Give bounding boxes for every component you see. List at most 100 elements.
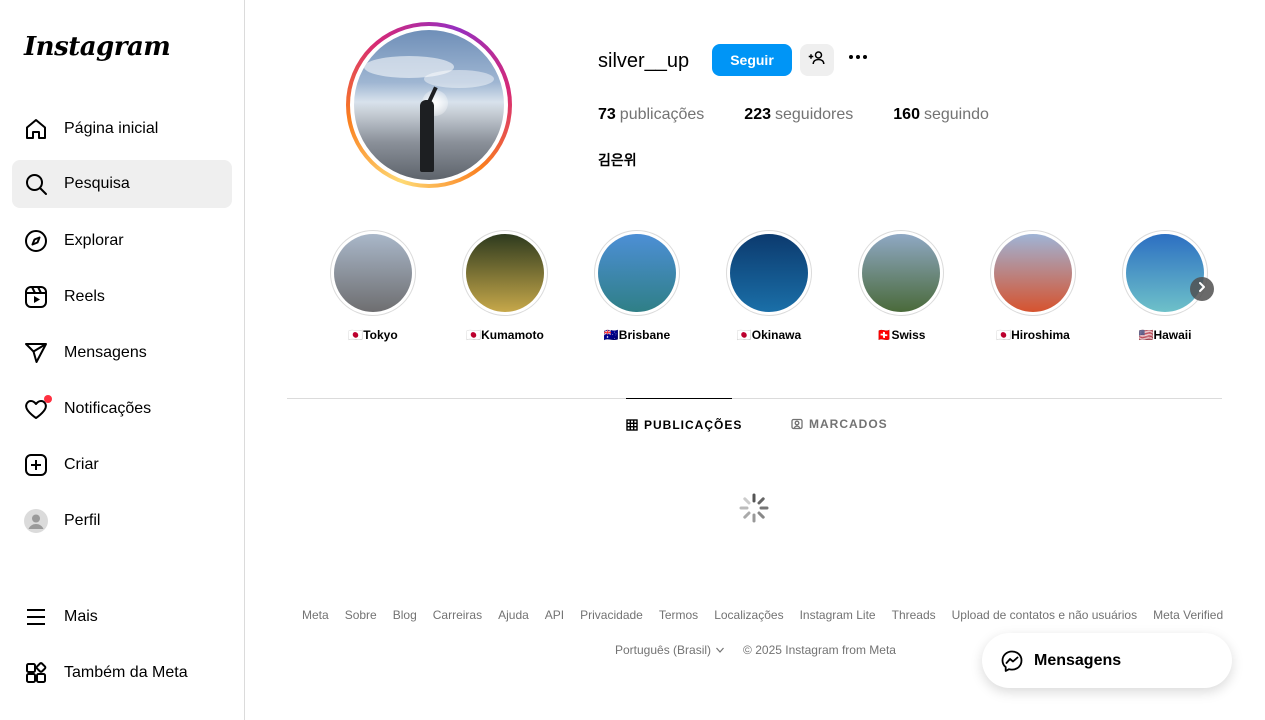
compass-icon xyxy=(24,229,48,253)
avatar-border xyxy=(350,26,508,184)
profile-avatar[interactable] xyxy=(346,22,512,188)
highlight-cover xyxy=(462,230,548,316)
highlight-cover xyxy=(594,230,680,316)
highlight-item[interactable]: 🇯🇵Hiroshima xyxy=(990,230,1076,342)
footer-link[interactable]: Carreiras xyxy=(433,608,482,622)
footer-link[interactable]: Sobre xyxy=(345,608,377,622)
sidebar-item-notifications[interactable]: Notificações xyxy=(12,385,232,433)
highlight-item[interactable]: 🇨🇭Swiss xyxy=(858,230,944,342)
plus-square-icon xyxy=(24,453,48,477)
highlight-image xyxy=(730,234,808,312)
messages-pill-button[interactable]: Mensagens xyxy=(982,633,1232,688)
sidebar-item-also-from-meta[interactable]: Também da Meta xyxy=(12,649,232,697)
sidebar-item-search[interactable]: Pesquisa xyxy=(12,160,232,208)
meta-apps-icon xyxy=(24,661,48,685)
sidebar-item-label: Reels xyxy=(64,288,105,305)
notification-dot xyxy=(44,395,52,403)
footer-link[interactable]: API xyxy=(545,608,564,622)
highlight-item[interactable]: 🇯🇵Tokyo xyxy=(330,230,416,342)
following-count: 160 xyxy=(893,106,920,123)
sidebar-item-profile[interactable]: Perfil xyxy=(12,497,232,545)
more-options-button[interactable] xyxy=(844,46,872,74)
suggested-users-button[interactable] xyxy=(800,44,834,76)
highlight-label: 🇨🇭Swiss xyxy=(876,328,926,342)
sidebar-item-label: Pesquisa xyxy=(64,175,130,192)
footer-link[interactable]: Localizações xyxy=(714,608,783,622)
sidebar-item-home[interactable]: Página inicial xyxy=(12,105,232,153)
tab-tagged[interactable]: MARCADOS xyxy=(791,398,888,450)
sidebar-item-label: Notificações xyxy=(64,400,152,417)
copyright: © 2025 Instagram from Meta xyxy=(743,643,896,657)
sidebar-item-explore[interactable]: Explorar xyxy=(12,217,232,265)
sidebar-item-label: Mensagens xyxy=(64,344,147,361)
followers-count: 223 xyxy=(744,106,771,123)
footer-link[interactable]: Instagram Lite xyxy=(800,608,876,622)
footer-link[interactable]: Privacidade xyxy=(580,608,643,622)
sidebar-item-create[interactable]: Criar xyxy=(12,441,232,489)
chevron-down-icon xyxy=(715,645,725,655)
profile-stats: 73 publicações 223 seguidores 160 seguindo xyxy=(598,106,1029,124)
footer-links: Meta Sobre Blog Carreiras Ajuda API Privacidad… xyxy=(302,608,1239,622)
highlight-cover xyxy=(330,230,416,316)
sidebar-item-more[interactable]: Mais xyxy=(12,593,232,641)
sidebar-item-messages[interactable]: Mensagens xyxy=(12,329,232,377)
profile-username: silver__up xyxy=(598,50,690,72)
highlight-image xyxy=(466,234,544,312)
highlight-image xyxy=(598,234,676,312)
grid-icon xyxy=(626,418,638,431)
sidebar-item-label: Perfil xyxy=(64,512,101,529)
highlight-item[interactable]: 🇯🇵Okinawa xyxy=(726,230,812,342)
posts-count: 73 xyxy=(598,106,616,123)
highlight-image xyxy=(334,234,412,312)
avatar-photo xyxy=(354,30,504,180)
highlight-item[interactable]: 🇦🇺Brisbane xyxy=(594,230,680,342)
highlight-cover xyxy=(726,230,812,316)
footer-link[interactable]: Termos xyxy=(659,608,698,622)
highlights-next-button[interactable] xyxy=(1190,277,1214,301)
tab-posts[interactable]: PUBLICAÇÕES xyxy=(626,398,741,450)
following-label: seguindo xyxy=(923,106,989,123)
footer-link[interactable]: Upload de contatos e não usuários xyxy=(952,608,1137,622)
highlight-label: 🇦🇺Brisbane xyxy=(603,328,671,342)
language-selector[interactable]: Português (Brasil) xyxy=(615,643,725,657)
highlight-image xyxy=(862,234,940,312)
tagged-icon xyxy=(791,418,803,430)
sidebar-item-reels[interactable]: Reels xyxy=(12,273,232,321)
footer-link[interactable]: Blog xyxy=(393,608,417,622)
highlight-label: 🇯🇵Tokyo xyxy=(348,328,398,342)
loading-spinner-icon xyxy=(739,493,769,523)
footer-link[interactable]: Meta Verified xyxy=(1153,608,1223,622)
follow-button[interactable]: Seguir xyxy=(712,44,792,76)
heart-icon xyxy=(24,395,52,421)
highlight-image xyxy=(994,234,1072,312)
followers-label: seguidores xyxy=(775,106,854,123)
sidebar-item-label: Página inicial xyxy=(64,120,159,137)
highlight-label: 🇯🇵Kumamoto xyxy=(466,328,544,342)
highlight-label: 🇯🇵Hiroshima xyxy=(996,328,1070,342)
add-person-icon xyxy=(808,49,826,72)
highlight-label: 🇺🇸Hawaii xyxy=(1138,328,1192,342)
highlight-image xyxy=(1126,234,1204,312)
posts-label: publicações xyxy=(619,106,705,123)
following-stat[interactable]: 160 seguindo xyxy=(893,106,989,124)
highlight-cover xyxy=(858,230,944,316)
tab-label: MARCADOS xyxy=(809,417,888,431)
posts-stat: 73 publicações xyxy=(598,106,704,124)
highlight-cover xyxy=(1122,230,1208,316)
sidebar-item-label: Também da Meta xyxy=(64,664,188,681)
tab-label: PUBLICAÇÕES xyxy=(644,417,743,432)
footer-link[interactable]: Threads xyxy=(892,608,936,622)
sidebar-item-label: Criar xyxy=(64,456,99,473)
footer-link[interactable]: Meta xyxy=(302,608,329,622)
chevron-right-icon xyxy=(1196,280,1208,298)
highlight-item[interactable]: 🇯🇵Kumamoto xyxy=(462,230,548,342)
avatar-icon xyxy=(24,509,48,533)
instagram-logo[interactable]: Instagram xyxy=(24,32,171,62)
reels-icon xyxy=(24,285,48,309)
sidebar-item-label: Mais xyxy=(64,608,98,625)
send-icon xyxy=(24,341,48,365)
footer-bottom: Português (Brasil) © 2025 Instagram from… xyxy=(615,643,896,657)
messages-pill-label: Mensagens xyxy=(1034,651,1122,669)
footer-link[interactable]: Ajuda xyxy=(498,608,529,622)
followers-stat[interactable]: 223 seguidores xyxy=(744,106,853,124)
